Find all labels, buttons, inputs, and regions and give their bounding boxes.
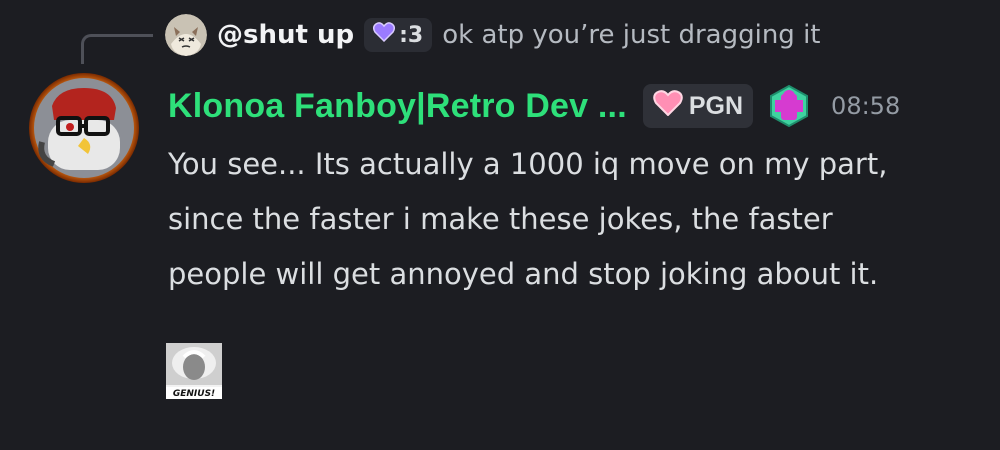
author-guild-tag[interactable]: PGN xyxy=(642,84,754,128)
author-avatar[interactable] xyxy=(28,72,140,184)
author-guild-tag-label: PGN xyxy=(688,91,744,120)
author-username[interactable]: Klonoa Fanboy|Retro Dev ... xyxy=(168,87,627,126)
reply-guild-tag-label: :3 xyxy=(399,22,424,48)
reply-avatar[interactable] xyxy=(165,14,207,56)
reply-preview-text[interactable]: ok atp you’re just dragging it xyxy=(442,20,820,50)
message-timestamp[interactable]: 08:58 xyxy=(831,92,900,120)
message-line: since the faster i make these jokes, the… xyxy=(168,202,833,236)
reply-connector-line xyxy=(81,34,153,64)
genius-sticker[interactable]: GENIUS! xyxy=(166,343,222,399)
sticker-caption: GENIUS! xyxy=(173,389,215,399)
heart-icon xyxy=(653,89,683,123)
hexagon-role-icon[interactable] xyxy=(767,84,811,128)
message-line: You see... Its actually a 1000 iq move o… xyxy=(168,147,888,181)
reply-username[interactable]: @shut up xyxy=(217,20,354,50)
message-content: You see... Its actually a 1000 iq move o… xyxy=(168,137,968,302)
chat-message: @shut up :3 ok atp you’re just dragging … xyxy=(0,0,1000,450)
reply-guild-tag[interactable]: :3 xyxy=(364,18,433,52)
heart-icon xyxy=(373,22,396,48)
message-header: Klonoa Fanboy|Retro Dev ... PGN 08:58 xyxy=(168,80,900,132)
message-line: people will get annoyed and stop joking … xyxy=(168,257,879,291)
reply-reference[interactable]: @shut up :3 ok atp you’re just dragging … xyxy=(165,12,821,58)
